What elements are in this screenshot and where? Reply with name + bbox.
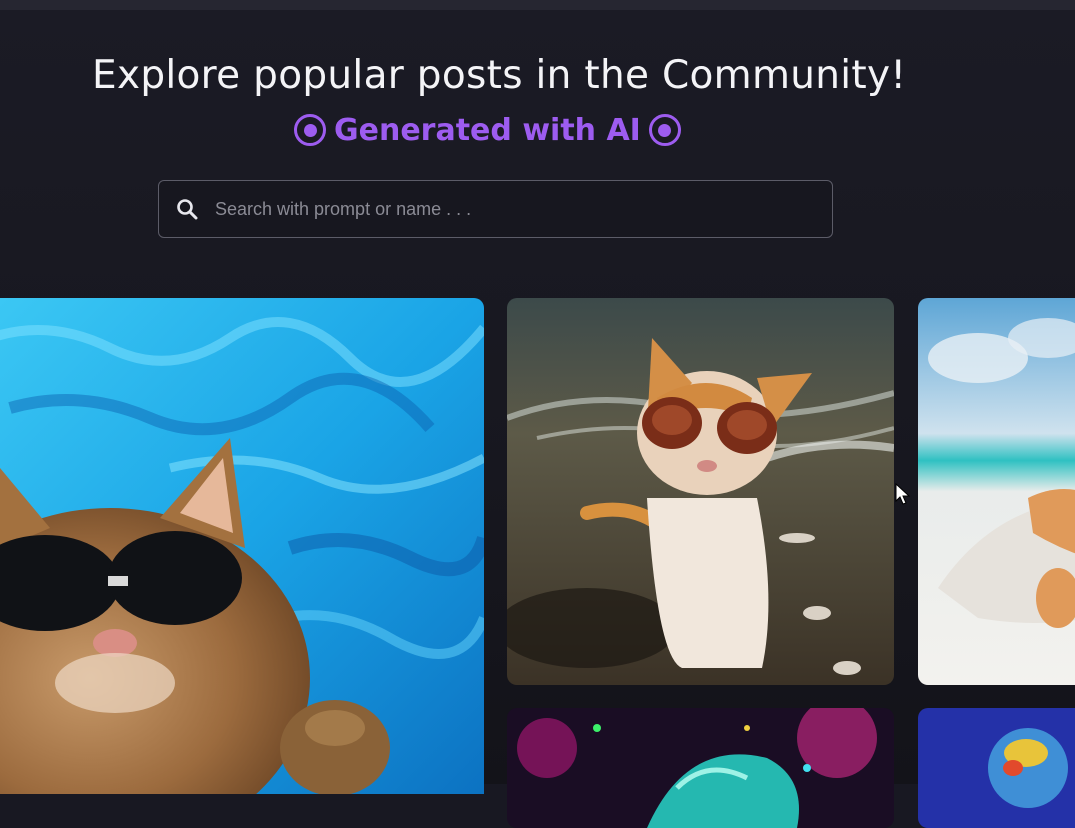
top-bar <box>0 0 1075 10</box>
post-image <box>918 708 1075 828</box>
page-title: Explore popular posts in the Community! <box>92 53 907 98</box>
post-image <box>507 708 894 828</box>
post-card-cartoon[interactable] <box>918 708 1075 828</box>
search-bar <box>158 180 833 238</box>
record-dot-icon <box>294 114 326 146</box>
post-image <box>507 298 894 685</box>
subtitle-text: Generated with AI <box>334 112 641 148</box>
search-icon <box>159 181 215 237</box>
post-card-cat-beach[interactable] <box>507 298 894 685</box>
post-card-cat-pool[interactable] <box>0 298 484 794</box>
community-page: Explore popular posts in the Community! … <box>0 10 1075 828</box>
post-image <box>918 298 1075 685</box>
post-card-cat-lying[interactable] <box>918 298 1075 685</box>
post-card-fantasy[interactable] <box>507 708 894 828</box>
page-subtitle: Generated with AI <box>294 111 681 149</box>
search-input[interactable] <box>215 198 832 220</box>
post-image <box>0 298 484 794</box>
record-dot-icon <box>648 114 681 146</box>
mouse-cursor-icon <box>895 483 911 505</box>
